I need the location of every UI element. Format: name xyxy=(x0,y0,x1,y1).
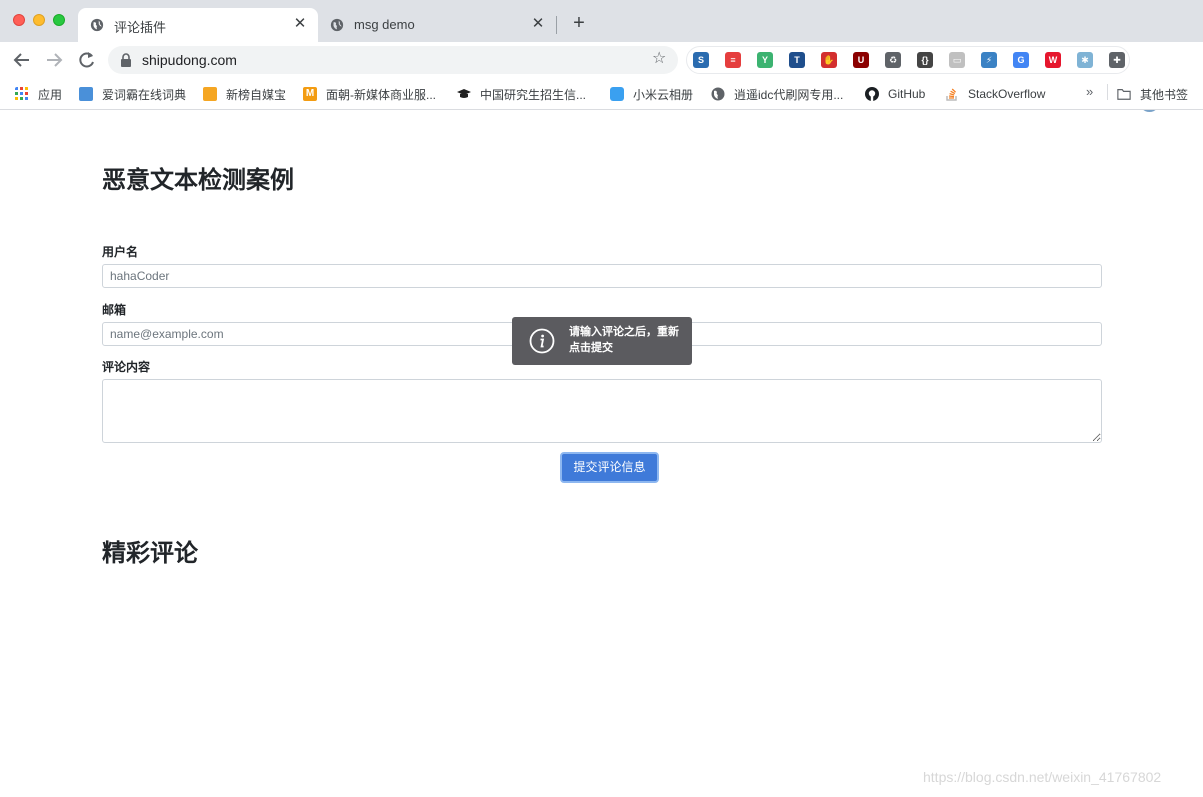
tab-divider xyxy=(556,16,557,34)
bookmark-label: 新榜自媒宝 xyxy=(226,87,287,102)
tab-msg-demo[interactable]: msg demo ✕ xyxy=(318,8,556,42)
reload-icon[interactable] xyxy=(76,50,98,70)
bookmark-label: 中国研究生招生信... xyxy=(480,87,587,102)
toast-notification: 请输入评论之后，重新点击提交 xyxy=(512,317,692,365)
sougou-ext-icon[interactable]: S xyxy=(693,52,709,68)
bookmarks-divider xyxy=(1107,84,1108,100)
bookmark-xinbang[interactable]: 新榜自媒宝 xyxy=(203,84,286,104)
bookmark-label: 面朝-新媒体商业服... xyxy=(326,87,436,102)
ublock-ext-icon[interactable]: U xyxy=(853,52,869,68)
comment-label: 评论内容 xyxy=(102,360,151,374)
iciba-icon xyxy=(79,87,93,101)
translate-ext-icon[interactable]: G xyxy=(1013,52,1029,68)
bookmark-label: 逍遥idc代刷网专用... xyxy=(734,87,844,102)
close-window-button[interactable] xyxy=(13,14,25,26)
stackoverflow-icon xyxy=(946,88,957,101)
bookmark-iciba[interactable]: 爱词霸在线词典 xyxy=(79,84,186,104)
email-label: 邮箱 xyxy=(102,303,127,317)
cloud-icon xyxy=(610,87,624,101)
comments-section-title: 精彩评论 xyxy=(102,540,198,567)
url-text: shipudong.com xyxy=(142,52,237,68)
username-label: 用户名 xyxy=(102,245,139,259)
info-icon xyxy=(529,328,555,354)
tophub-ext-icon[interactable]: T xyxy=(789,52,805,68)
recycle-ext-icon[interactable]: ♻ xyxy=(885,52,901,68)
bookmark-apps[interactable]: 应用 xyxy=(15,84,62,104)
weibo-ext-icon[interactable]: W xyxy=(1045,52,1061,68)
bookmark-star-icon[interactable]: ☆ xyxy=(652,51,668,67)
json-ext-icon[interactable]: {} xyxy=(917,52,933,68)
username-field[interactable] xyxy=(102,264,1102,288)
bookmark-label: 应用 xyxy=(38,87,63,102)
bookmark-github[interactable]: GitHub xyxy=(865,84,925,104)
back-arrow-icon[interactable] xyxy=(11,50,33,70)
globe-icon xyxy=(90,18,104,32)
mianchao-icon: M xyxy=(303,87,317,101)
adblock-ext-icon[interactable]: ✋ xyxy=(821,52,837,68)
submit-comment-button[interactable]: 提交评论信息 xyxy=(560,452,659,483)
forward-arrow-icon[interactable] xyxy=(43,50,65,70)
bookmark-label: GitHub xyxy=(888,87,926,101)
close-icon[interactable]: ✕ xyxy=(292,16,308,32)
tab-title: 评论插件 xyxy=(114,20,167,35)
bookmark-label: StackOverflow xyxy=(968,87,1046,101)
close-icon[interactable]: ✕ xyxy=(530,16,546,32)
bookmark-xiaomi-cloud[interactable]: 小米云相册 xyxy=(610,84,693,104)
xinbang-icon xyxy=(203,87,217,101)
folder-icon xyxy=(1117,89,1131,100)
bookmark-label: 其他书签 xyxy=(1140,87,1189,102)
minimize-window-button[interactable] xyxy=(33,14,45,26)
bookmark-other-folder[interactable]: 其他书签 xyxy=(1117,84,1188,104)
bookmarks-overflow-chevron-icon[interactable]: » xyxy=(1086,84,1093,99)
puzzle-ext-icon[interactable]: ✚ xyxy=(1109,52,1125,68)
bookmark-yanzhao[interactable]: 中国研究生招生信... xyxy=(457,84,586,104)
globe-icon xyxy=(711,87,725,101)
notes-ext-icon[interactable]: ≡ xyxy=(725,52,741,68)
bookmark-stackoverflow[interactable]: StackOverflow xyxy=(945,84,1045,104)
tab-comment-plugin[interactable]: 评论插件 ✕ xyxy=(78,8,318,42)
address-bar[interactable]: shipudong.com ☆ xyxy=(108,46,678,74)
tab-title: msg demo xyxy=(354,17,415,32)
bookmark-xiaoyao[interactable]: 逍遥idc代刷网专用... xyxy=(711,84,843,104)
bookmark-mianchao[interactable]: M 面朝-新媒体商业服... xyxy=(303,84,436,104)
browser-titlebar: 评论插件 ✕ msg demo ✕ + xyxy=(0,0,1203,42)
bookmark-label: 小米云相册 xyxy=(633,87,694,102)
bookmark-label: 爱词霸在线词典 xyxy=(102,87,187,102)
github-icon xyxy=(865,87,879,101)
snowflake-ext-icon[interactable]: ✱ xyxy=(1077,52,1093,68)
screenshot-ext-icon[interactable]: ▭ xyxy=(949,52,965,68)
extensions-bar xyxy=(686,46,1130,74)
graduation-cap-icon xyxy=(457,89,471,98)
apps-grid-icon xyxy=(15,87,28,100)
globe-icon xyxy=(330,18,344,32)
page-title: 恶意文本检测案例 xyxy=(102,167,294,194)
vue-ext-icon[interactable]: Y xyxy=(757,52,773,68)
watermark-text: https://blog.csdn.net/weixin_41767802 xyxy=(923,769,1162,785)
codepen-ext-icon[interactable]: ⚡ xyxy=(981,52,997,68)
comment-textarea[interactable] xyxy=(102,379,1102,443)
new-tab-plus-icon[interactable]: + xyxy=(569,13,589,33)
toast-message: 请输入评论之后，重新点击提交 xyxy=(569,326,679,354)
lock-icon xyxy=(121,53,131,67)
bookmarks-bar: 应用 爱词霸在线词典 新榜自媒宝 M 面朝-新媒体商业服... 中国研究生招生信… xyxy=(0,78,1203,110)
fullscreen-window-button[interactable] xyxy=(53,14,65,26)
